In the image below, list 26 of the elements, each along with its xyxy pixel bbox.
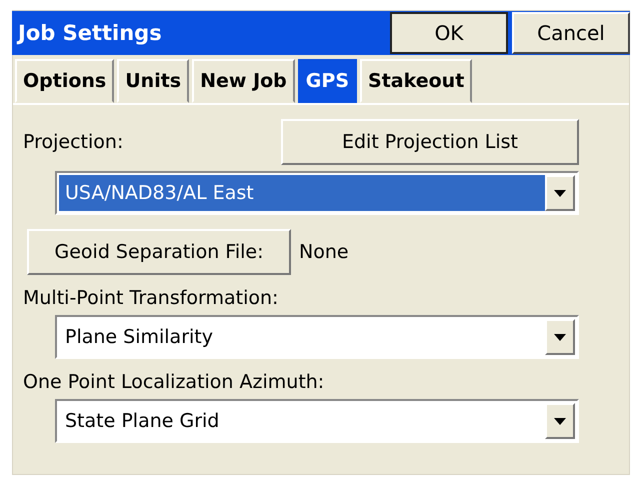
caret-icon: [554, 334, 566, 340]
caret-icon: [554, 418, 566, 424]
dropdown[interactable]: USA/NAD83/AL East: [55, 171, 579, 215]
tab[interactable]: New Job: [192, 59, 295, 103]
dropdown-arrow-button[interactable]: [545, 175, 575, 211]
geoid-file-button[interactable]: Geoid Separation File:: [27, 229, 291, 275]
dropdown[interactable]: Plane Similarity: [55, 315, 579, 359]
tab[interactable]: Options: [15, 59, 114, 103]
tab[interactable]: Units: [117, 59, 190, 103]
dropdown-arrow-button[interactable]: [545, 319, 575, 355]
edit-projection-button[interactable]: Edit Projection List: [281, 119, 579, 165]
dropdown-value: USA/NAD83/AL East: [59, 175, 545, 211]
cancel-button[interactable]: Cancel: [512, 12, 630, 54]
geoid-file-value: None: [299, 241, 349, 263]
caret-icon: [554, 190, 566, 196]
ok-button[interactable]: OK: [390, 12, 508, 54]
dropdown[interactable]: State Plane Grid: [55, 399, 579, 443]
dropdown-arrow-button[interactable]: [545, 403, 575, 439]
window-title: Job Settings: [16, 21, 163, 45]
field-label: Multi-Point Transformation:: [23, 287, 280, 309]
dropdown-value: Plane Similarity: [64, 325, 214, 350]
dropdown-value: State Plane Grid: [64, 409, 220, 434]
tab[interactable]: Stakeout: [360, 59, 472, 103]
field-label: One Point Localization Azimuth:: [23, 371, 326, 393]
tab[interactable]: GPS: [298, 59, 358, 103]
field-label: Projection:: [23, 131, 124, 153]
